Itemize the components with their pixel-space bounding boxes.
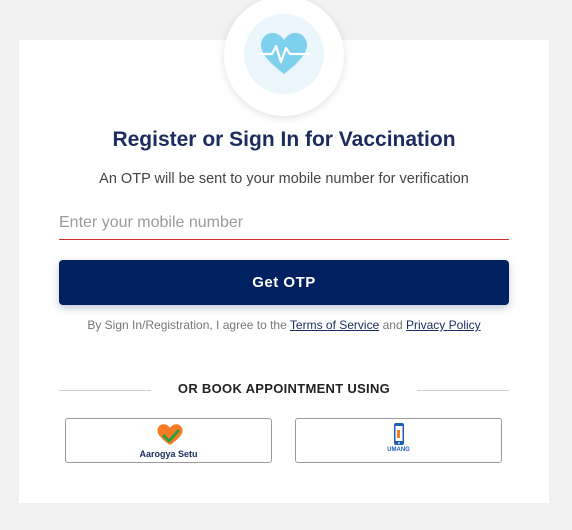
aarogya-setu-button[interactable]: Aarogya Setu	[65, 418, 272, 463]
consent-prefix: By Sign In/Registration, I agree to the	[87, 318, 290, 332]
terms-of-service-link[interactable]: Terms of Service	[290, 318, 379, 332]
logo-badge	[224, 0, 344, 116]
divider-line-right	[417, 390, 509, 391]
get-otp-button[interactable]: Get OTP	[59, 260, 509, 305]
aarogya-setu-label: Aarogya Setu	[139, 449, 198, 459]
aarogya-setu-logo-icon	[157, 424, 183, 445]
page-title: Register or Sign In for Vaccination	[112, 128, 456, 151]
or-book-label: OR BOOK APPOINTMENT USING	[177, 381, 391, 396]
heart-pulse-icon	[256, 32, 312, 74]
logo-circle	[244, 14, 324, 94]
consent-and: and	[379, 318, 406, 332]
umang-logo-icon	[394, 423, 404, 445]
consent-text: By Sign In/Registration, I agree to the …	[79, 318, 489, 333]
page-subtitle: An OTP will be sent to your mobile numbe…	[99, 171, 469, 187]
umang-button[interactable]: UMANG	[295, 418, 502, 463]
mobile-number-input[interactable]	[59, 207, 509, 240]
or-divider: OR BOOK APPOINTMENT USING	[59, 381, 509, 397]
umang-label: UMANG	[387, 447, 410, 453]
privacy-policy-link[interactable]: Privacy Policy	[406, 318, 481, 332]
divider-line-left	[59, 390, 151, 391]
